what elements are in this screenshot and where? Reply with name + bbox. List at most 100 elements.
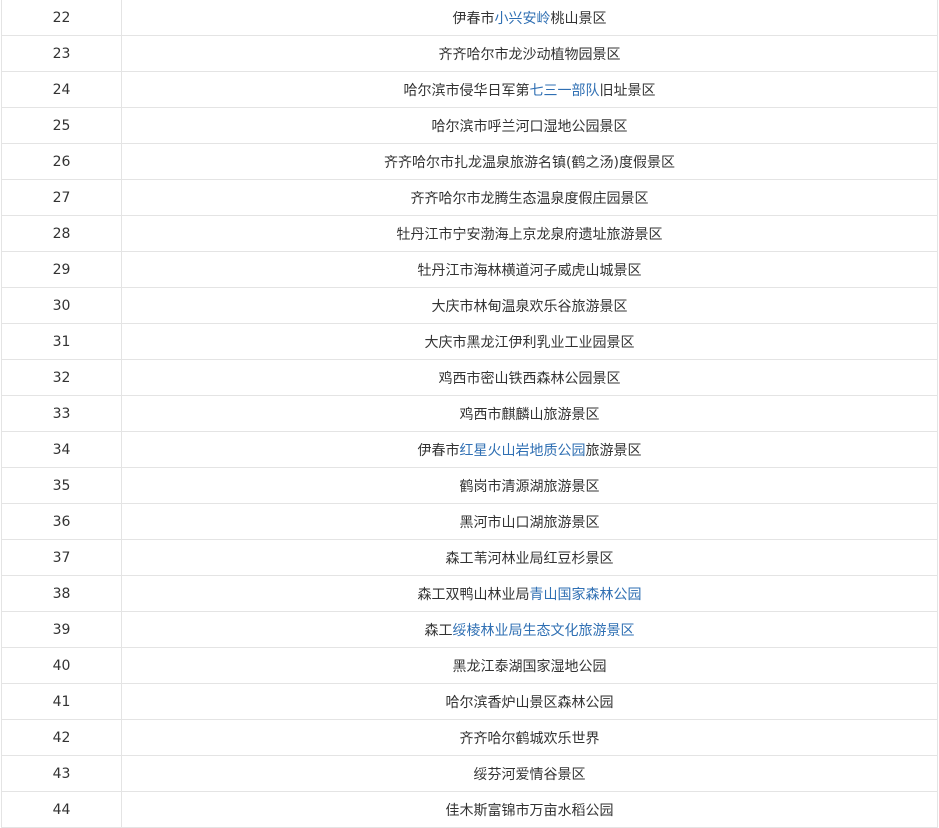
row-number: 35 [1, 467, 122, 504]
table-row: 37 森工苇河林业局红豆杉景区 [1, 539, 938, 576]
scenic-area-link[interactable]: 青山国家森林公园 [530, 587, 642, 603]
scenic-area-name: 鸡西市麒麟山旅游景区 [121, 395, 938, 432]
row-number: 31 [1, 323, 122, 360]
row-number: 27 [1, 179, 122, 216]
row-number: 42 [1, 719, 122, 756]
table-row: 24 哈尔滨市侵华日军第七三一部队旧址景区 [1, 71, 938, 108]
table-row: 28 牡丹江市宁安渤海上京龙泉府遗址旅游景区 [1, 215, 938, 252]
scenic-area-name-text: 哈尔滨市侵华日军第 [403, 82, 530, 99]
row-number: 40 [1, 647, 122, 684]
scenic-area-name-text: 森工 [424, 622, 453, 639]
scenic-area-name-text: 伊春市 [417, 442, 460, 459]
table-row: 43 绥芬河爱情谷景区 [1, 755, 938, 792]
row-number: 22 [1, 0, 122, 36]
row-number: 29 [1, 251, 122, 288]
scenic-area-name: 鸡西市密山铁西森林公园景区 [121, 359, 938, 396]
scenic-area-name-text: 绥芬河爱情谷景区 [473, 766, 586, 783]
scenic-area-name-text: 哈尔滨香炉山景区森林公园 [445, 694, 614, 711]
scenic-area-name-text: 大庆市黑龙江伊利乳业工业园景区 [424, 334, 635, 351]
scenic-area-name: 佳木斯富锦市万亩水稻公园 [121, 791, 938, 828]
scenic-area-link[interactable]: 七三一部队 [530, 83, 600, 99]
scenic-area-name: 牡丹江市宁安渤海上京龙泉府遗址旅游景区 [121, 215, 938, 252]
row-number: 33 [1, 395, 122, 432]
scenic-area-name-text: 齐齐哈尔市龙沙动植物园景区 [438, 46, 621, 63]
table-row: 23 齐齐哈尔市龙沙动植物园景区 [1, 35, 938, 72]
scenic-area-name: 黑河市山口湖旅游景区 [121, 503, 938, 540]
table-row: 39 森工绥棱林业局生态文化旅游景区 [1, 611, 938, 648]
scenic-area-name: 森工绥棱林业局生态文化旅游景区 [121, 611, 938, 648]
table-row: 38 森工双鸭山林业局青山国家森林公园 [1, 575, 938, 612]
scenic-area-name: 齐齐哈尔市龙沙动植物园景区 [121, 35, 938, 72]
table-row: 41 哈尔滨香炉山景区森林公园 [1, 683, 938, 720]
table-row: 32 鸡西市密山铁西森林公园景区 [1, 359, 938, 396]
scenic-area-name-text: 大庆市林甸温泉欢乐谷旅游景区 [431, 298, 628, 315]
scenic-area-name-text: 黑龙江泰湖国家湿地公园 [452, 658, 607, 675]
scenic-area-name: 鹤岗市清源湖旅游景区 [121, 467, 938, 504]
scenic-area-name-text: 鹤岗市清源湖旅游景区 [459, 478, 600, 495]
row-number: 34 [1, 431, 122, 468]
scenic-area-name-text: 佳木斯富锦市万亩水稻公园 [445, 802, 614, 819]
scenic-area-name-text: 森工苇河林业局红豆杉景区 [445, 550, 614, 567]
scenic-area-name: 牡丹江市海林横道河子威虎山城景区 [121, 251, 938, 288]
scenic-area-name-text: 牡丹江市海林横道河子威虎山城景区 [417, 262, 642, 279]
row-number: 28 [1, 215, 122, 252]
scenic-area-name-text: 牡丹江市宁安渤海上京龙泉府遗址旅游景区 [396, 226, 663, 243]
table-row: 40 黑龙江泰湖国家湿地公园 [1, 647, 938, 684]
scenic-area-name: 哈尔滨市呼兰河口湿地公园景区 [121, 107, 938, 144]
row-number: 39 [1, 611, 122, 648]
row-number: 23 [1, 35, 122, 72]
row-number: 36 [1, 503, 122, 540]
table-row: 29 牡丹江市海林横道河子威虎山城景区 [1, 251, 938, 288]
row-number: 44 [1, 791, 122, 828]
scenic-area-link[interactable]: 小兴安岭 [495, 11, 551, 27]
table-row: 42 齐齐哈尔鹤城欢乐世界 [1, 719, 938, 756]
row-number: 37 [1, 539, 122, 576]
scenic-area-name: 齐齐哈尔市龙腾生态温泉度假庄园景区 [121, 179, 938, 216]
scenic-area-name-text: 旅游景区 [585, 442, 642, 459]
table-row: 30 大庆市林甸温泉欢乐谷旅游景区 [1, 287, 938, 324]
row-number: 26 [1, 143, 122, 180]
scenic-area-name-text: 鸡西市麒麟山旅游景区 [459, 406, 600, 423]
scenic-area-name-text: 哈尔滨市呼兰河口湿地公园景区 [431, 118, 628, 135]
scenic-area-name: 森工双鸭山林业局青山国家森林公园 [121, 575, 938, 612]
row-number: 41 [1, 683, 122, 720]
scenic-area-name: 大庆市黑龙江伊利乳业工业园景区 [121, 323, 938, 360]
scenic-area-name-text: 齐齐哈尔鹤城欢乐世界 [459, 730, 600, 747]
scenic-area-name-text: 黑河市山口湖旅游景区 [459, 514, 600, 531]
row-number: 24 [1, 71, 122, 108]
scenic-area-name-text: 齐齐哈尔市龙腾生态温泉度假庄园景区 [410, 190, 649, 207]
scenic-area-name-text: 伊春市 [452, 10, 495, 27]
scenic-area-name: 齐齐哈尔市扎龙温泉旅游名镇(鹤之汤)度假景区 [121, 143, 938, 180]
scenic-area-name: 伊春市小兴安岭桃山景区 [121, 0, 938, 36]
table-row: 27 齐齐哈尔市龙腾生态温泉度假庄园景区 [1, 179, 938, 216]
scenic-area-link[interactable]: 红星火山岩地质公园 [460, 443, 586, 459]
table-row: 26 齐齐哈尔市扎龙温泉旅游名镇(鹤之汤)度假景区 [1, 143, 938, 180]
row-number: 25 [1, 107, 122, 144]
scenic-area-link[interactable]: 绥棱林业局生态文化旅游景区 [453, 623, 635, 639]
scenic-area-name-text: 鸡西市密山铁西森林公园景区 [438, 370, 621, 387]
scenic-area-name: 黑龙江泰湖国家湿地公园 [121, 647, 938, 684]
table-row: 35 鹤岗市清源湖旅游景区 [1, 467, 938, 504]
table-body: 22 伊春市小兴安岭桃山景区 23 齐齐哈尔市龙沙动植物园景区 24 哈尔滨市侵华日军第七… [1, 0, 938, 828]
table-row: 34 伊春市红星火山岩地质公园旅游景区 [1, 431, 938, 468]
scenic-area-name-text: 森工双鸭山林业局 [417, 586, 530, 603]
scenic-area-name: 哈尔滨香炉山景区森林公园 [121, 683, 938, 720]
row-number: 30 [1, 287, 122, 324]
scenic-area-table: 22 伊春市小兴安岭桃山景区 23 齐齐哈尔市龙沙动植物园景区 24 哈尔滨市侵华日军第七… [1, 0, 938, 828]
table-row: 22 伊春市小兴安岭桃山景区 [1, 0, 938, 36]
row-number: 43 [1, 755, 122, 792]
scenic-area-name: 齐齐哈尔鹤城欢乐世界 [121, 719, 938, 756]
scenic-area-name-text: 齐齐哈尔市扎龙温泉旅游名镇(鹤之汤)度假景区 [384, 154, 675, 171]
scenic-area-name: 森工苇河林业局红豆杉景区 [121, 539, 938, 576]
table-row: 31 大庆市黑龙江伊利乳业工业园景区 [1, 323, 938, 360]
table-row: 44 佳木斯富锦市万亩水稻公园 [1, 791, 938, 828]
scenic-area-name: 伊春市红星火山岩地质公园旅游景区 [121, 431, 938, 468]
table-row: 25 哈尔滨市呼兰河口湿地公园景区 [1, 107, 938, 144]
scenic-area-name: 哈尔滨市侵华日军第七三一部队旧址景区 [121, 71, 938, 108]
scenic-area-name: 大庆市林甸温泉欢乐谷旅游景区 [121, 287, 938, 324]
scenic-area-name-text: 旧址景区 [599, 82, 656, 99]
scenic-area-name: 绥芬河爱情谷景区 [121, 755, 938, 792]
table-row: 33 鸡西市麒麟山旅游景区 [1, 395, 938, 432]
row-number: 38 [1, 575, 122, 612]
row-number: 32 [1, 359, 122, 396]
